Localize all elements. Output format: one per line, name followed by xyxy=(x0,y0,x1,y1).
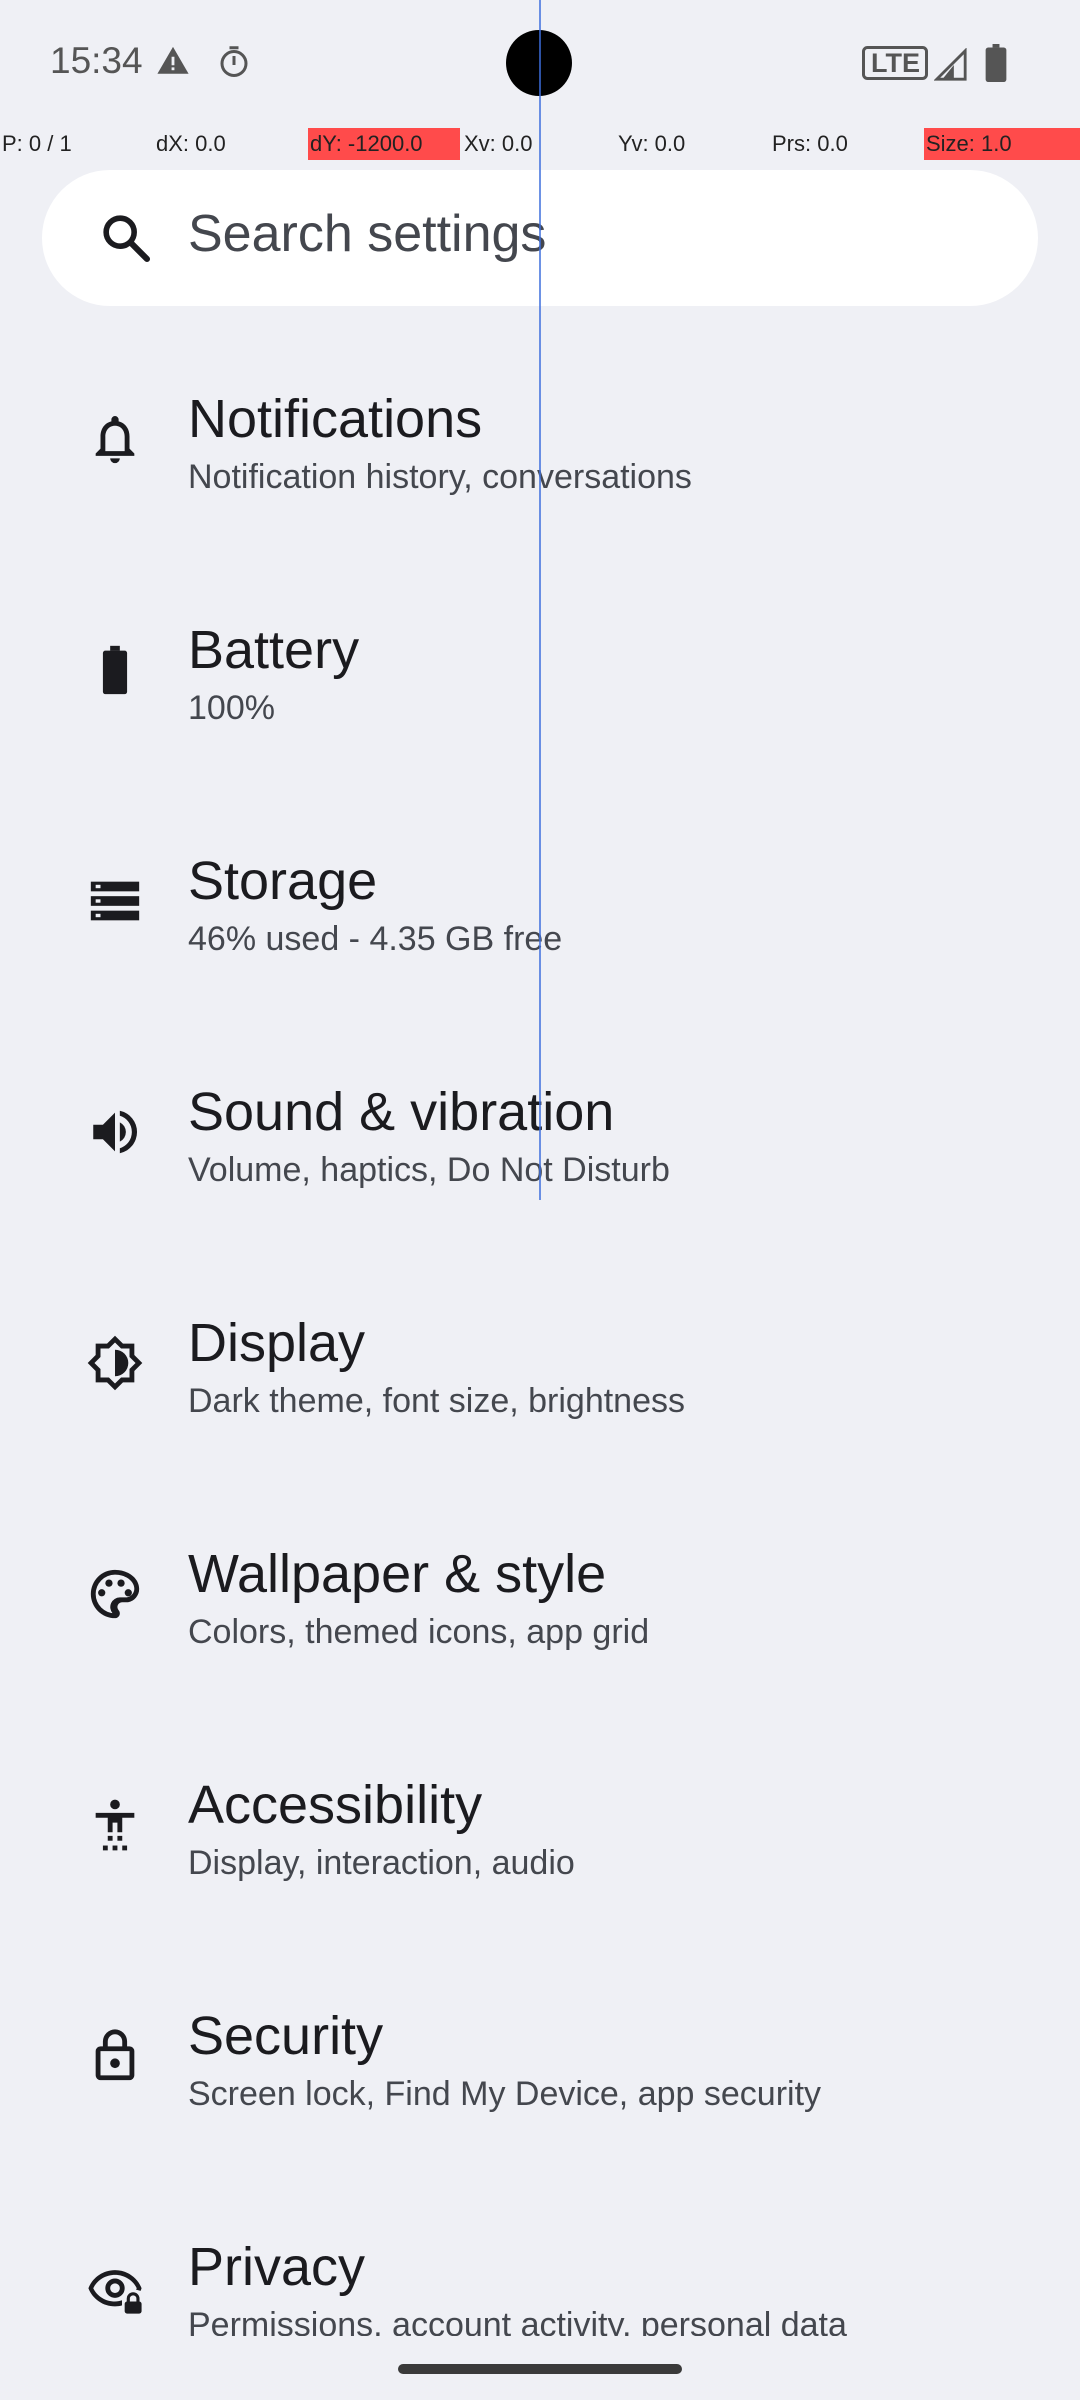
settings-item-summary: Permissions, account activity, personal … xyxy=(188,2306,847,2336)
settings-item-summary: Dark theme, font size, brightness xyxy=(188,1382,686,1420)
settings-item-title: Security xyxy=(188,2006,384,2066)
overlay-pressure: Prs: 0.0 xyxy=(772,131,848,156)
bell-icon xyxy=(86,410,144,468)
network-type: LTE xyxy=(871,48,920,78)
settings-item-title: Notifications xyxy=(188,389,483,449)
privacy-eye-icon xyxy=(86,2258,144,2316)
status-time: 15:34 xyxy=(50,40,143,81)
warning-icon xyxy=(155,44,191,83)
settings-item-summary: Screen lock, Find My Device, app securit… xyxy=(188,2075,822,2113)
settings-screen: 15:34 LTE P: 0 / 1 dX: 0.0 dY: -1200.0 X… xyxy=(0,0,1080,2400)
settings-item-wallpaper[interactable]: Wallpaper & style Colors, themed icons, … xyxy=(0,1505,1080,1736)
settings-item-security[interactable]: Security Screen lock, Find My Device, ap… xyxy=(0,1967,1080,2198)
settings-item-title: Sound & vibration xyxy=(188,1082,615,1142)
overlay-dx: dX: 0.0 xyxy=(156,131,226,156)
storage-icon xyxy=(86,872,144,930)
settings-item-title: Wallpaper & style xyxy=(188,1544,607,1604)
overlay-dy: dY: -1200.0 xyxy=(308,128,460,160)
search-icon xyxy=(98,210,154,271)
battery-icon xyxy=(86,641,144,699)
palette-icon xyxy=(86,1565,144,1623)
settings-item-display[interactable]: Display Dark theme, font size, brightnes… xyxy=(0,1274,1080,1505)
pointer-trace-line xyxy=(539,0,541,1200)
overlay-yv: Yv: 0.0 xyxy=(618,131,686,156)
lock-icon xyxy=(86,2027,144,2085)
gesture-nav-handle[interactable] xyxy=(398,2364,682,2374)
settings-item-summary: Display, interaction, audio xyxy=(188,1844,575,1882)
signal-icon xyxy=(933,47,968,87)
timer-icon xyxy=(216,44,252,85)
settings-item-summary: 100% xyxy=(188,689,275,727)
settings-item-summary: Notification history, conversations xyxy=(188,458,692,496)
settings-item-title: Accessibility xyxy=(188,1775,483,1835)
settings-item-title: Display xyxy=(188,1313,366,1373)
settings-item-title: Storage xyxy=(188,851,378,911)
volume-icon xyxy=(86,1103,144,1161)
accessibility-icon xyxy=(86,1796,144,1854)
settings-item-summary: Colors, themed icons, app grid xyxy=(188,1613,650,1651)
overlay-xv: Xv: 0.0 xyxy=(464,131,533,156)
search-placeholder[interactable]: Search settings xyxy=(188,204,546,264)
brightness-icon xyxy=(86,1334,144,1392)
overlay-size: Size: 1.0 xyxy=(924,128,1080,160)
battery-icon xyxy=(985,44,1007,87)
settings-item-summary: 46% used - 4.35 GB free xyxy=(188,920,563,958)
overlay-pointer-count: P: 0 / 1 xyxy=(2,131,72,156)
settings-item-title: Battery xyxy=(188,620,360,680)
settings-item-summary: Volume, haptics, Do Not Disturb xyxy=(188,1151,670,1189)
settings-item-accessibility[interactable]: Accessibility Display, interaction, audi… xyxy=(0,1736,1080,1967)
settings-item-title: Privacy xyxy=(188,2237,366,2297)
settings-item-privacy[interactable]: Privacy Permissions, account activity, p… xyxy=(0,2198,1080,2336)
